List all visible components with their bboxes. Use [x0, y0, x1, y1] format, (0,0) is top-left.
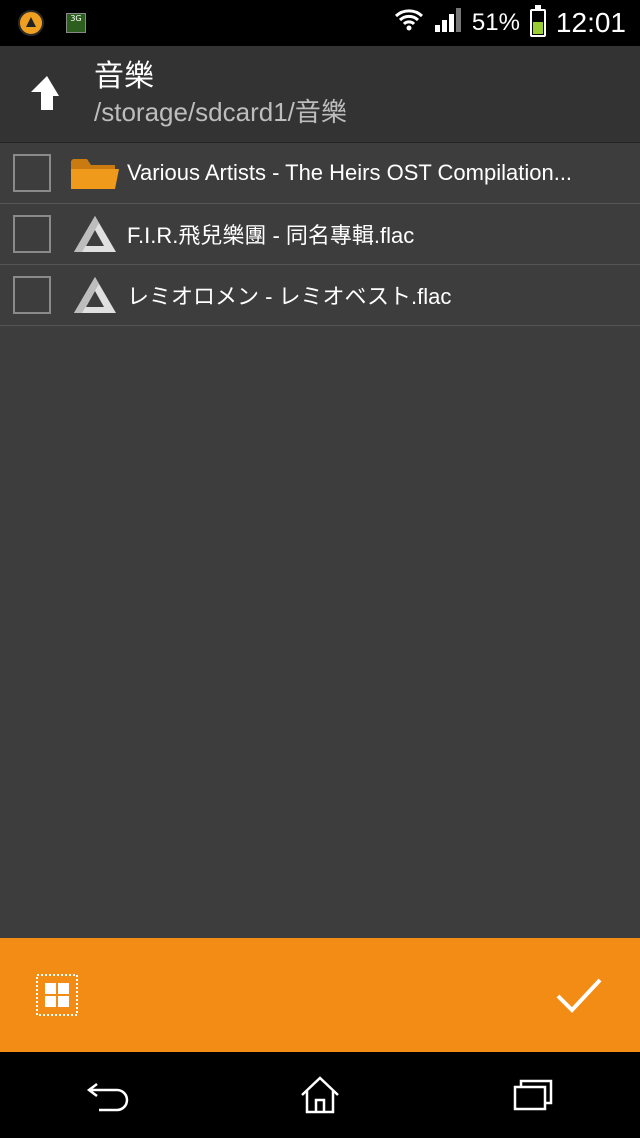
aimp-notification-icon — [18, 10, 44, 36]
item-checkbox[interactable] — [13, 215, 51, 253]
up-button[interactable] — [12, 46, 82, 142]
system-nav-bar — [0, 1052, 640, 1138]
network-3g-icon: 3G — [66, 13, 86, 33]
aimp-triangle-icon — [69, 214, 121, 254]
select-all-icon — [36, 974, 78, 1016]
clock: 12:01 — [555, 7, 626, 38]
arrow-up-icon — [31, 76, 59, 110]
wifi-icon — [394, 7, 424, 40]
select-all-button[interactable] — [36, 974, 78, 1016]
item-checkbox[interactable] — [13, 154, 51, 192]
back-icon — [86, 1083, 128, 1112]
page-title: 音樂 — [94, 59, 154, 94]
action-bar — [0, 938, 640, 1052]
list-item[interactable]: Various Artists - The Heirs OST Compilat… — [0, 143, 640, 204]
back-button[interactable] — [77, 1070, 137, 1120]
file-list: Various Artists - The Heirs OST Compilat… — [0, 143, 640, 326]
list-item[interactable]: F.I.R.飛兒樂團 - 同名專輯.flac — [0, 204, 640, 265]
aimp-triangle-icon — [69, 275, 121, 315]
list-item[interactable]: レミオロメン - レミオベスト.flac — [0, 265, 640, 326]
status-bar: 3G 51% 12:01 — [0, 0, 640, 46]
folder-icon — [69, 153, 121, 193]
signal-icon — [434, 7, 462, 40]
recents-button[interactable] — [503, 1070, 563, 1120]
item-checkbox[interactable] — [13, 276, 51, 314]
current-path: /storage/sdcard1/音樂 — [94, 97, 347, 127]
folder-header: 音樂 /storage/sdcard1/音樂 — [0, 46, 640, 143]
confirm-button[interactable] — [554, 970, 604, 1020]
home-icon — [301, 1076, 339, 1114]
file-name: Various Artists - The Heirs OST Compilat… — [127, 160, 573, 185]
checkmark-icon — [556, 978, 602, 1013]
file-name: F.I.R.飛兒樂團 - 同名專輯.flac — [127, 223, 415, 248]
battery-percent: 51% — [471, 9, 520, 36]
battery-icon — [529, 5, 546, 37]
home-button[interactable] — [290, 1070, 350, 1120]
file-name: レミオロメン - レミオベスト.flac — [127, 284, 452, 309]
recents-icon — [514, 1079, 553, 1111]
